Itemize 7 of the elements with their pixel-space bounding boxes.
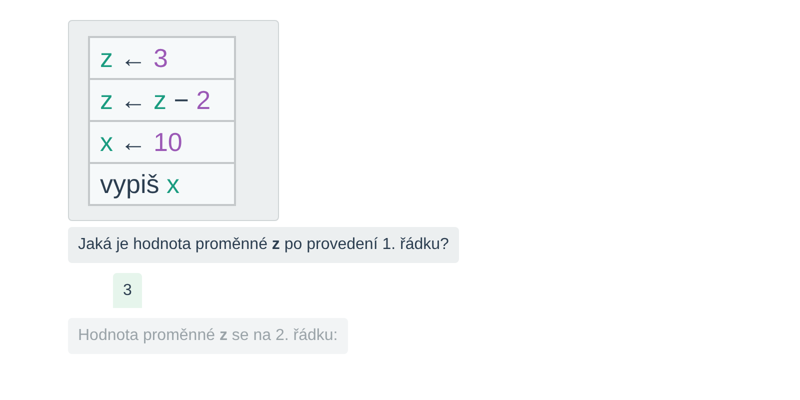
code-line: vypiš x [90,162,234,204]
code-line: z ← 3 [99,42,169,75]
answer-bubble: 3 [113,273,142,308]
question-text: Hodnota proměnné z se na 2. řádku: [68,318,348,354]
question-text: Jaká je hodnota proměnné z po provedení 1. řádku? [68,227,459,263]
code-line: z ← z − 2 [90,78,234,120]
code-line: x ← 10 [90,120,234,162]
